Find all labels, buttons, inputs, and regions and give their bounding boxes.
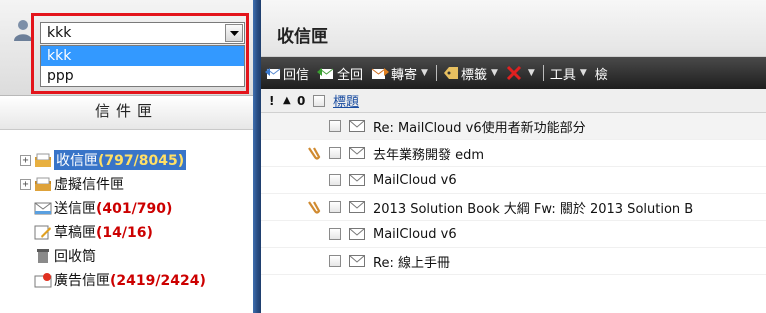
inbox-folder-icon	[35, 153, 51, 167]
pane-splitter[interactable]	[253, 0, 261, 313]
paperclip-icon	[308, 147, 321, 160]
forward-button[interactable]: 轉寄 ▼	[371, 64, 428, 83]
page-title: 收信匣	[277, 27, 328, 47]
mail-subject: Re: 線上手冊	[373, 255, 450, 271]
row-checkbox[interactable]	[329, 120, 341, 132]
account-bar: kkk kkk ppp	[0, 0, 253, 96]
flag-column-icon[interactable]: !	[269, 94, 281, 108]
paperclip-icon	[308, 201, 321, 214]
folder-label: 送信匣	[54, 201, 96, 217]
folder-count: (401/790)	[96, 201, 173, 217]
mail-subject: MailCloud v6	[373, 172, 457, 188]
attachment-column-icon[interactable]: 0	[297, 94, 309, 108]
envelope-icon	[349, 174, 365, 186]
envelope-icon	[349, 147, 365, 159]
delete-icon	[506, 65, 521, 81]
folder-count: (797/8045)	[98, 153, 185, 169]
mail-subject: 去年業務開發 edm	[373, 147, 485, 163]
folder-count: (14/16)	[96, 225, 153, 241]
chevron-down-icon[interactable]: ▼	[421, 68, 428, 78]
envelope-icon	[349, 201, 365, 213]
folder-count: (2419/2424)	[110, 273, 206, 289]
forward-icon	[371, 68, 390, 79]
tag-button[interactable]: 標籤 ▼	[443, 64, 498, 83]
folder-sent[interactable]: 送信匣(401/790)	[20, 196, 250, 220]
virtual-folder-icon	[35, 177, 51, 191]
mail-subject: MailCloud v6	[373, 226, 457, 242]
chevron-down-icon[interactable]: ▼	[491, 68, 498, 78]
reply-all-button[interactable]: 全回	[317, 64, 363, 83]
row-checkbox[interactable]	[329, 174, 341, 186]
spam-folder-icon	[34, 273, 52, 288]
row-checkbox[interactable]	[329, 201, 341, 213]
folder-label: 廣告信匣	[54, 273, 110, 289]
folder-virtual[interactable]: + 虛擬信件匣	[20, 172, 250, 196]
folder-spam[interactable]: 廣告信匣(2419/2424)	[20, 268, 250, 292]
folder-drafts[interactable]: 草稿匣(14/16)	[20, 220, 250, 244]
tag-icon	[443, 67, 458, 79]
mail-row[interactable]: MailCloud v6	[261, 167, 766, 194]
mail-row[interactable]: Re: MailCloud v6使用者新功能部分	[261, 113, 766, 140]
folder-pane: kkk kkk ppp 信件匣 + 收信匣(797/8045) + 虛擬信件匣	[0, 0, 253, 313]
title-bar: 收信匣	[261, 0, 766, 57]
reply-icon	[265, 68, 281, 79]
toolbar-divider	[435, 65, 437, 81]
folder-label: 回收筒	[54, 249, 96, 265]
mail-row[interactable]: MailCloud v6	[261, 221, 766, 248]
chevron-down-icon[interactable]: ▼	[580, 68, 587, 78]
mail-row[interactable]: 去年業務開發 edm	[261, 140, 766, 167]
envelope-icon	[349, 255, 365, 267]
chevron-down-icon[interactable]: ▼	[528, 68, 535, 78]
mail-subject: Re: MailCloud v6使用者新功能部分	[373, 120, 586, 136]
priority-column-icon[interactable]: ▲	[283, 95, 295, 106]
folder-tree: + 收信匣(797/8045) + 虛擬信件匣 送信匣(401/790) 草稿匣…	[20, 148, 250, 292]
subject-column-header[interactable]: 標題	[333, 91, 359, 110]
expand-icon[interactable]: +	[20, 178, 31, 190]
folder-label: 草稿匣	[54, 225, 96, 241]
folder-label: 虛擬信件匣	[54, 177, 124, 193]
folders-header: 信件匣	[0, 96, 253, 130]
mail-list: Re: MailCloud v6使用者新功能部分 去年業務開發 edm Mail…	[261, 113, 766, 275]
mail-subject: 2013 Solution Book 大綱 Fw: 關於 2013 Soluti…	[373, 201, 694, 217]
mail-row[interactable]: Re: 線上手冊	[261, 248, 766, 275]
row-checkbox[interactable]	[329, 255, 341, 267]
folder-inbox[interactable]: + 收信匣(797/8045)	[20, 148, 250, 172]
toolbar-divider	[542, 65, 544, 81]
highlight-box	[31, 13, 249, 94]
expand-icon[interactable]: +	[20, 154, 31, 166]
envelope-icon	[349, 120, 365, 132]
delete-button[interactable]: ▼	[506, 65, 535, 81]
search-button[interactable]: 檢	[595, 64, 608, 83]
drafts-folder-icon	[34, 225, 51, 240]
reply-button[interactable]: 回信	[265, 64, 309, 83]
mail-pane: 收信匣 回信 全回 轉寄 ▼ 標籤 ▼ ▼ 工具 ▼ 檢 ! ▲ 0 標題 Re…	[261, 0, 766, 313]
sent-folder-icon	[34, 202, 52, 215]
envelope-icon	[349, 228, 365, 240]
select-all-checkbox[interactable]	[313, 94, 325, 107]
row-checkbox[interactable]	[329, 147, 341, 159]
folder-trash[interactable]: 回收筒	[20, 244, 250, 268]
tools-button[interactable]: 工具 ▼	[550, 64, 587, 83]
mail-row[interactable]: 2013 Solution Book 大綱 Fw: 關於 2013 Soluti…	[261, 194, 766, 221]
trash-icon	[37, 249, 49, 263]
row-checkbox[interactable]	[329, 228, 341, 240]
column-header: ! ▲ 0 標題	[261, 89, 766, 113]
folder-label: 收信匣	[56, 153, 98, 169]
reply-all-icon	[317, 68, 334, 79]
toolbar: 回信 全回 轉寄 ▼ 標籤 ▼ ▼ 工具 ▼ 檢	[261, 57, 766, 89]
